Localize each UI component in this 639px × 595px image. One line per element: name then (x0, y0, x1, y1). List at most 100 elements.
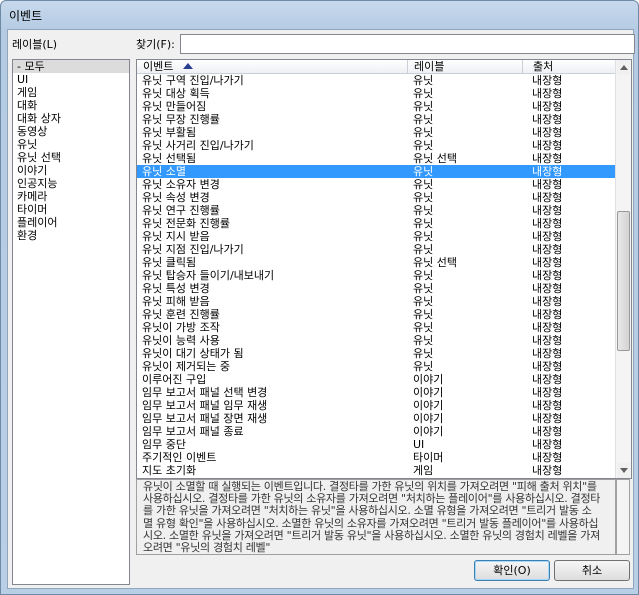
event-name: 유닛 특성 변경 (142, 282, 210, 295)
event-row[interactable]: 이루어진 구입 이야기 내장형 (137, 373, 615, 386)
label-list-item[interactable]: 유닛 선택 (13, 151, 129, 164)
column-header-label[interactable]: 레이블 (408, 60, 523, 73)
column-header-source[interactable]: 출처 (527, 60, 616, 73)
label-list-item[interactable]: 타이머 (13, 203, 129, 216)
label-list-item[interactable]: 이야기 (13, 164, 129, 177)
event-source: 내장형 (532, 295, 563, 308)
event-name: 임무 보고서 패널 임무 재생 (142, 399, 268, 412)
event-row[interactable]: 유닛 연구 진행률 유닛 내장형 (137, 204, 615, 217)
event-name: 유닛 사거리 진입/나가기 (142, 139, 254, 152)
event-row[interactable]: 유닛 클릭됨 유닛 선택 내장형 (137, 256, 615, 269)
description-scrollbar[interactable] (616, 479, 630, 555)
event-name: 유닛 무장 진행률 (142, 113, 220, 126)
event-row[interactable]: 임무 보고서 패널 임무 재생 이야기 내장형 (137, 399, 615, 412)
event-source: 내장형 (532, 347, 563, 360)
event-row[interactable]: 유닛 소유자 변경 유닛 내장형 (137, 178, 615, 191)
event-label: 유닛 (413, 230, 434, 243)
event-row[interactable]: 유닛 대상 획득 유닛 내장형 (137, 87, 615, 100)
label-list-item[interactable]: 대화 (13, 99, 129, 112)
event-row[interactable]: 지도 초기화 게임 내장형 (137, 464, 615, 477)
event-row[interactable]: 유닛 탑승자 들이기/내보내기 유닛 내장형 (137, 269, 615, 282)
event-name: 유닛이 제거되는 중 (142, 360, 230, 373)
event-source: 내장형 (532, 308, 563, 321)
search-input[interactable] (180, 34, 635, 54)
event-label: 유닛 (413, 334, 434, 347)
event-label: 유닛 선택 (413, 152, 457, 165)
event-row[interactable]: 유닛 선택됨 유닛 선택 내장형 (137, 152, 615, 165)
event-row[interactable]: 유닛 훈련 진행률 유닛 내장형 (137, 308, 615, 321)
event-row[interactable]: 임무 보고서 패널 장면 재생 이야기 내장형 (137, 412, 615, 425)
event-source: 내장형 (532, 204, 563, 217)
event-name: 유닛 지시 받음 (142, 230, 210, 243)
event-name: 임무 보고서 패널 장면 재생 (142, 412, 268, 425)
event-row[interactable]: 유닛 전문화 진행률 유닛 내장형 (137, 217, 615, 230)
label-list-item[interactable]: 환경 (13, 229, 129, 242)
event-row[interactable]: 유닛 지시 받음 유닛 내장형 (137, 230, 615, 243)
label-list-item[interactable]: 유닛 (13, 138, 129, 151)
label-list-item[interactable]: 플레이어 (13, 216, 129, 229)
event-label: 유닛 (413, 87, 434, 100)
event-row[interactable]: 유닛 특성 변경 유닛 내장형 (137, 282, 615, 295)
event-source: 내장형 (532, 399, 563, 412)
event-label: 유닛 (413, 178, 434, 191)
label-list-item[interactable]: 게임 (13, 86, 129, 99)
event-row[interactable]: 유닛 무장 진행률 유닛 내장형 (137, 113, 615, 126)
event-row[interactable]: 유닛이 대기 상태가 됨 유닛 내장형 (137, 347, 615, 360)
event-row[interactable]: 임무 보고서 패널 선택 변경 이야기 내장형 (137, 386, 615, 399)
event-list: 이벤트 레이블 출처 유닛 구역 진입/나가기 유닛 내장형 유닛 대상 획득 유닛 내장… (136, 59, 632, 479)
event-source: 내장형 (532, 87, 563, 100)
event-row[interactable]: 주기적인 이벤트 타이머 내장형 (137, 451, 615, 464)
event-label: 유닛 (413, 165, 434, 178)
label-list-item[interactable]: 인공지능 (13, 177, 129, 190)
label-list-item[interactable]: 대화 상자 (13, 112, 129, 125)
event-name: 유닛 선택됨 (142, 152, 197, 165)
event-source: 내장형 (532, 178, 563, 191)
event-name: 주기적인 이벤트 (142, 451, 217, 464)
event-label: 유닛 (413, 100, 434, 113)
label-list[interactable]: - 모두 UI 게임 대화 대화 상자 동영상 유닛 유닛 선택 이야기 인공지능 카메라 타이머 플레… (12, 59, 130, 585)
event-source: 내장형 (532, 321, 563, 334)
event-row[interactable]: 유닛 만들어짐 유닛 내장형 (137, 100, 615, 113)
label-list-item[interactable]: - 모두 (13, 60, 129, 73)
event-row[interactable]: 유닛 소멸 유닛 내장형 (137, 165, 615, 178)
label-list-caption: 레이블(L) (12, 38, 58, 51)
event-label: 유닛 (413, 360, 434, 373)
event-row[interactable]: 임무 보고서 패널 종료 이야기 내장형 (137, 425, 615, 438)
event-source: 내장형 (532, 425, 563, 438)
label-list-item[interactable]: 카메라 (13, 190, 129, 203)
event-source: 내장형 (532, 74, 563, 87)
event-row[interactable]: 유닛이 능력 사용 유닛 내장형 (137, 334, 615, 347)
column-header-event[interactable]: 이벤트 (137, 60, 408, 73)
event-source: 내장형 (532, 113, 563, 126)
event-row[interactable]: 유닛 부활됨 유닛 내장형 (137, 126, 615, 139)
title-bar[interactable]: 이벤트 (1, 1, 638, 29)
event-source: 내장형 (532, 100, 563, 113)
event-list-scrollbar[interactable] (615, 60, 631, 478)
event-label: 유닛 (413, 126, 434, 139)
event-label: 게임 (413, 464, 434, 477)
event-row[interactable]: 유닛이 가방 조작 유닛 내장형 (137, 321, 615, 334)
event-source: 내장형 (532, 360, 563, 373)
event-name: 유닛 탑승자 들이기/내보내기 (142, 269, 275, 282)
ok-button[interactable]: 확인(O) (474, 560, 550, 581)
event-row[interactable]: 유닛 구역 진입/나가기 유닛 내장형 (137, 74, 615, 87)
event-label: 이야기 (413, 386, 444, 399)
scroll-up-button[interactable] (617, 60, 630, 75)
event-row[interactable]: 유닛 사거리 진입/나가기 유닛 내장형 (137, 139, 615, 152)
event-row[interactable]: 유닛이 제거되는 중 유닛 내장형 (137, 360, 615, 373)
event-name: 유닛이 능력 사용 (142, 334, 220, 347)
cancel-button[interactable]: 취소 (554, 560, 630, 581)
event-row[interactable]: 유닛 지점 진입/나가기 유닛 내장형 (137, 243, 615, 256)
event-row[interactable]: 유닛 피해 받음 유닛 내장형 (137, 295, 615, 308)
scroll-thumb[interactable] (617, 211, 630, 352)
label-list-item[interactable]: 동영상 (13, 125, 129, 138)
arrow-down-icon (620, 468, 628, 473)
scroll-down-button[interactable] (617, 463, 630, 478)
event-name: 유닛이 가방 조작 (142, 321, 220, 334)
event-row[interactable]: 유닛 속성 변경 유닛 내장형 (137, 191, 615, 204)
event-row[interactable]: 임무 중단 UI 내장형 (137, 438, 615, 451)
event-rows: 유닛 구역 진입/나가기 유닛 내장형 유닛 대상 획득 유닛 내장형 유닛 만들어짐 유닛 내… (137, 74, 615, 477)
event-source: 내장형 (532, 334, 563, 347)
label-list-item[interactable]: UI (13, 73, 129, 86)
search-label: 찾기(F): (136, 38, 175, 51)
